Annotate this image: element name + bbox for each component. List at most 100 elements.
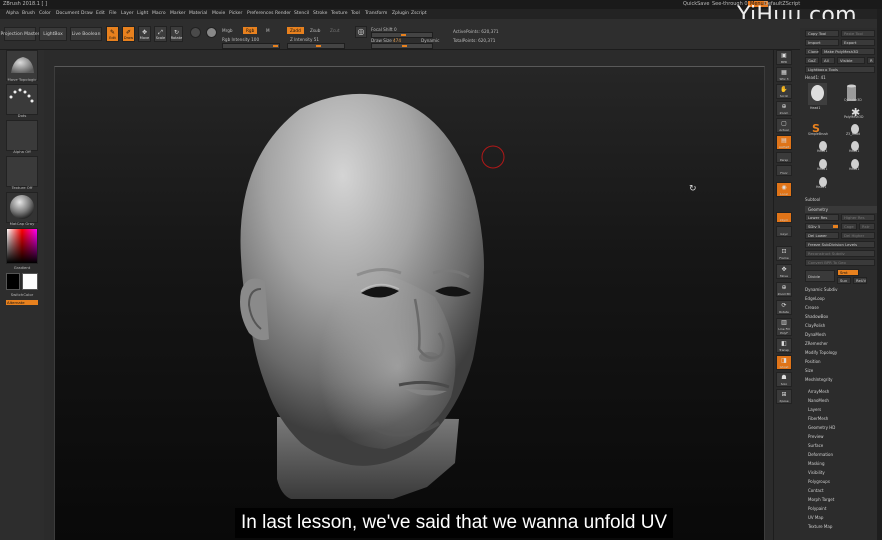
section-edgeloop[interactable]: EdgeLoop (805, 295, 825, 302)
menu-layer[interactable]: Layer (121, 11, 134, 16)
section-size[interactable]: Size (805, 367, 813, 374)
main-color-swatch[interactable] (6, 273, 20, 290)
import-button[interactable]: Import (805, 39, 839, 46)
material-thumbnail[interactable] (6, 192, 38, 223)
alternate-button[interactable]: Alternate (6, 300, 38, 305)
tool-thumb-e[interactable] (817, 173, 829, 187)
lightbox-tools-button[interactable]: Lightbox ▸ Tools (805, 66, 875, 73)
m-toggle[interactable]: M (266, 28, 270, 33)
projection-master-button[interactable]: Projection Master (0, 27, 40, 41)
scale-button[interactable]: ⤢ Scale (154, 26, 167, 42)
menu-macro[interactable]: Macro (152, 11, 166, 16)
dynamic-toggle[interactable]: Dynamic (421, 38, 439, 43)
move-view-button[interactable]: ✥ Move (776, 264, 792, 279)
section-claypolish[interactable]: ClayPolish (805, 322, 825, 329)
switch-color-button[interactable]: SwitchColor (3, 292, 41, 297)
tool-thumb-polymesh[interactable]: ✱ (850, 103, 862, 119)
subpalette-arraymesh[interactable]: ArrayMesh (808, 388, 829, 395)
rgb-intensity-slider[interactable] (222, 43, 280, 49)
zsub-toggle[interactable]: Zsub (310, 28, 320, 33)
subpalette-uv-map[interactable]: UV Map (808, 514, 823, 521)
alpha-thumbnail[interactable] (6, 120, 38, 151)
higher-res-button[interactable]: Higher Res (841, 214, 875, 221)
export-button[interactable]: Export (841, 39, 875, 46)
tool-thumb-simplebrush[interactable]: S (810, 119, 823, 135)
floor-button[interactable]: Floor (776, 165, 792, 176)
subpalette-surface[interactable]: Surface (808, 442, 823, 449)
zadd-toggle[interactable]: Zadd (287, 27, 304, 34)
ghost-button[interactable]: ◨ Ghost (776, 355, 792, 370)
aahalf-button[interactable]: ▤ AAHalf (776, 135, 792, 150)
section-dynamesh[interactable]: DynaMesh (805, 331, 826, 338)
menu-stroke[interactable]: Stroke (313, 11, 327, 16)
rgb-intensity-knob[interactable] (273, 45, 278, 47)
menu-picker[interactable]: Picker (229, 11, 242, 16)
local-button[interactable]: ◉ Local (776, 182, 792, 197)
texture-thumbnail[interactable] (6, 156, 38, 187)
draw-size-knob[interactable] (402, 45, 407, 47)
goz-all-button[interactable]: All (821, 57, 835, 64)
tool-thumb-b[interactable] (849, 137, 861, 151)
subpalette-nanomesh[interactable]: NanoMesh (808, 397, 829, 404)
menu-color[interactable]: Color (39, 11, 51, 16)
rstr-button[interactable]: Rstr (859, 223, 875, 230)
subpalette-morph-target[interactable]: Morph Target (808, 496, 834, 503)
cage-button[interactable]: Cage (841, 223, 857, 230)
menu-alpha[interactable]: Alpha (6, 11, 19, 16)
menu-brush[interactable]: Brush (22, 11, 35, 16)
menu-edit[interactable]: Edit (96, 11, 105, 16)
tool-thumb-z3head[interactable] (849, 120, 861, 134)
color-sphere-icon[interactable] (206, 27, 217, 38)
canvas-viewport[interactable]: ↻ (54, 66, 765, 540)
section-position[interactable]: Position (805, 358, 821, 365)
actual-button[interactable]: ▢ Actual (776, 118, 792, 133)
persp-button[interactable]: Persp (776, 152, 792, 163)
zcut-toggle[interactable]: Zcut (330, 28, 339, 33)
right-edge-scrollbar[interactable] (877, 9, 882, 540)
goz-r-button[interactable]: R (867, 57, 875, 64)
reuv-toggle[interactable]: ReUV (853, 277, 867, 284)
subpalette-fibermesh[interactable]: FiberMesh (808, 415, 828, 422)
section-zremesher[interactable]: ZRemesher (805, 340, 828, 347)
spix-button[interactable]: ▦ SPix 3 (776, 67, 792, 82)
section-modify-topology[interactable]: Modify Topology (805, 349, 837, 356)
rgb-toggle[interactable]: Rgb (243, 27, 258, 34)
gxyz-button[interactable]: Gxyz (776, 226, 792, 237)
subpalette-deformation[interactable]: Deformation (808, 451, 833, 458)
focal-shift-knob[interactable] (401, 34, 406, 36)
menu-file[interactable]: File (109, 11, 117, 16)
edit-button[interactable]: ✎ Edit (106, 26, 119, 42)
tool-thumb-d[interactable] (849, 155, 861, 169)
menu-marker[interactable]: Marker (170, 11, 186, 16)
lsym-button[interactable]: LSym (776, 212, 792, 223)
menu-texture[interactable]: Texture (331, 11, 347, 16)
lightbox-button[interactable]: LightBox (39, 27, 67, 41)
menu-light[interactable]: Light (137, 11, 148, 16)
divide-button[interactable]: Divide (805, 270, 835, 282)
secondary-color-swatch[interactable] (22, 273, 38, 290)
quicksave-button[interactable]: QuickSave (683, 1, 709, 7)
smt-toggle[interactable]: Smt (837, 269, 859, 276)
menu-render[interactable]: Render (275, 11, 291, 16)
stroke-thumbnail[interactable] (6, 84, 38, 115)
zoom-button[interactable]: ⊕ Zoom (776, 101, 792, 116)
paste-tool-button[interactable]: Paste Tool (841, 30, 875, 37)
subpalette-polypaint[interactable]: Polypaint (808, 505, 826, 512)
clone-button[interactable]: Clone (805, 48, 819, 55)
freeze-subdiv-button[interactable]: Freeze SubDivision Levels (805, 241, 875, 248)
menu-zplugin[interactable]: Zplugin (392, 11, 409, 16)
menu-tool[interactable]: Tool (351, 11, 360, 16)
head-model[interactable]: ↻ (55, 67, 765, 540)
convert-bpr-button[interactable]: Convert BPR To Geo (805, 259, 875, 266)
material-sphere-icon[interactable] (190, 27, 201, 38)
menu-material[interactable]: Material (189, 11, 207, 16)
del-lower-button[interactable]: Del Lower (805, 232, 839, 239)
tool-thumb-a[interactable] (817, 137, 829, 151)
goz-visible-button[interactable]: Visible (837, 57, 865, 64)
color-picker[interactable] (6, 228, 38, 264)
goz-button[interactable]: GoZ (805, 57, 819, 64)
subpalette-preview[interactable]: Preview (808, 433, 824, 440)
menu-draw[interactable]: Draw (81, 11, 93, 16)
menu-transform[interactable]: Transform (365, 11, 387, 16)
menu-stencil[interactable]: Stencil (294, 11, 309, 16)
